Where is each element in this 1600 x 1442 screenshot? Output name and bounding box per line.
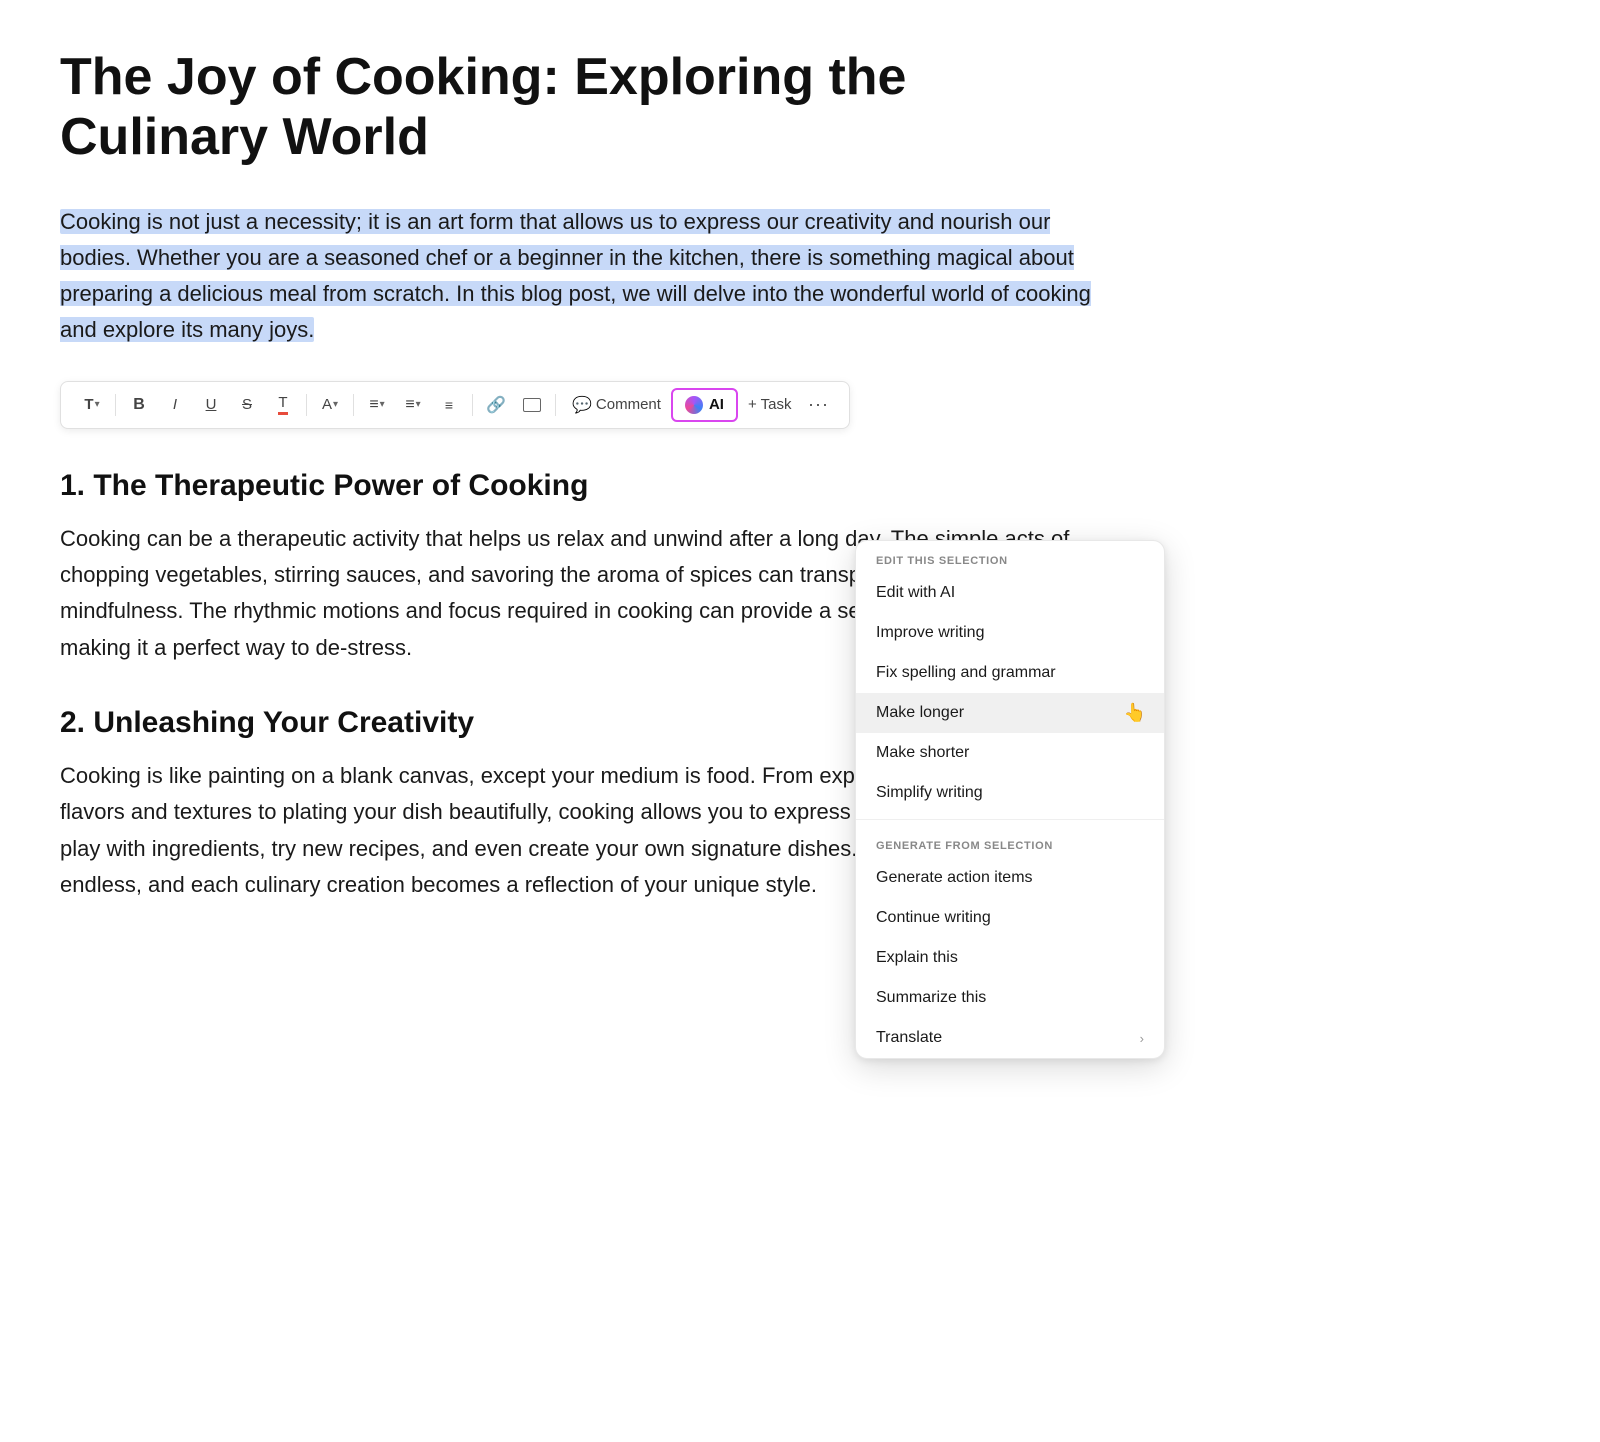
- underline-button[interactable]: U: [194, 388, 228, 422]
- selected-text: Cooking is not just a necessity; it is a…: [60, 209, 1091, 343]
- task-label: + Task: [748, 396, 792, 413]
- fix-spelling-item[interactable]: Fix spelling and grammar: [856, 653, 1164, 693]
- toolbar-align-group: ≡ ▾ ≡ ▾ ≡: [360, 388, 466, 422]
- bold-button[interactable]: B: [122, 388, 156, 422]
- section1-heading: 1. The Therapeutic Power of Cooking: [60, 469, 1100, 503]
- align-icon: ≡: [369, 396, 378, 414]
- text-style-button[interactable]: T ▾: [75, 388, 109, 422]
- caret-down-icon: ▾: [95, 399, 100, 410]
- explain-this-item[interactable]: Explain this: [856, 938, 1164, 978]
- bullet-list-icon: ≡: [405, 396, 414, 414]
- summarize-this-item[interactable]: Summarize this: [856, 978, 1164, 1018]
- simplify-writing-item[interactable]: Simplify writing: [856, 773, 1164, 813]
- translate-arrow-icon: ›: [1140, 1031, 1144, 1046]
- generate-action-items-item[interactable]: Generate action items: [856, 858, 1164, 898]
- strikethrough-icon: S: [242, 396, 252, 413]
- selected-paragraph-block: Cooking is not just a necessity; it is a…: [60, 204, 1100, 349]
- toolbar-divider-5: [555, 394, 556, 416]
- more-options-icon: ···: [808, 394, 829, 415]
- align-caret-icon: ▾: [380, 399, 385, 410]
- font-caret-icon: ▾: [333, 399, 338, 410]
- text-style-icon: T: [84, 396, 93, 413]
- ai-label: AI: [709, 396, 724, 413]
- toolbar-divider-4: [472, 394, 473, 416]
- ai-icon: [685, 396, 703, 414]
- improve-writing-item[interactable]: Improve writing: [856, 613, 1164, 653]
- link-icon: 🔗: [486, 395, 506, 415]
- italic-icon: I: [173, 396, 177, 413]
- ai-dropdown-menu: EDIT THIS SELECTION Edit with AI Improve…: [855, 540, 1165, 1059]
- continue-writing-item[interactable]: Continue writing: [856, 898, 1164, 938]
- more-options-button[interactable]: ···: [801, 388, 835, 422]
- bold-icon: B: [133, 396, 145, 414]
- text-color-button[interactable]: T: [266, 388, 300, 422]
- strikethrough-button[interactable]: S: [230, 388, 264, 422]
- edit-section-header: EDIT THIS SELECTION: [856, 541, 1164, 573]
- cursor-hand-icon: 👆: [1124, 703, 1146, 724]
- toolbar-font-group: A ▾: [313, 388, 347, 422]
- formatting-toolbar: T ▾ B I U S T A ▾: [60, 381, 850, 429]
- media-icon: [523, 398, 541, 412]
- toolbar-divider-1: [115, 394, 116, 416]
- toolbar-divider-2: [306, 394, 307, 416]
- comment-button[interactable]: 💬 Comment: [562, 388, 671, 422]
- bullet-list-button[interactable]: ≡ ▾: [396, 388, 430, 422]
- comment-icon: 💬: [572, 395, 592, 415]
- media-button[interactable]: [515, 388, 549, 422]
- text-color-icon: T: [278, 394, 287, 415]
- generate-section-header: GENERATE FROM SELECTION: [856, 826, 1164, 858]
- dropdown-separator: [856, 819, 1164, 820]
- make-shorter-item[interactable]: Make shorter: [856, 733, 1164, 773]
- make-longer-item[interactable]: Make longer 👆: [856, 693, 1164, 733]
- toolbar-insert-group: 🔗: [479, 388, 549, 422]
- edit-with-ai-item[interactable]: Edit with AI: [856, 573, 1164, 613]
- translate-item[interactable]: Translate ›: [856, 1018, 1164, 1058]
- toolbar-divider-3: [353, 394, 354, 416]
- font-button[interactable]: A ▾: [313, 388, 347, 422]
- document-title: The Joy of Cooking: Exploring the Culina…: [60, 48, 1100, 168]
- task-button[interactable]: + Task: [738, 388, 802, 422]
- font-icon: A: [322, 396, 332, 413]
- align-button[interactable]: ≡ ▾: [360, 388, 394, 422]
- underline-icon: U: [206, 396, 217, 413]
- link-button[interactable]: 🔗: [479, 388, 513, 422]
- bullet-caret-icon: ▾: [416, 399, 421, 410]
- ai-button[interactable]: AI: [671, 388, 738, 422]
- toolbar-format-group: B I U S T: [122, 388, 300, 422]
- indent-button[interactable]: ≡: [432, 388, 466, 422]
- comment-label: Comment: [596, 396, 661, 413]
- indent-icon: ≡: [445, 397, 453, 413]
- toolbar-text-group: T ▾: [75, 388, 109, 422]
- italic-button[interactable]: I: [158, 388, 192, 422]
